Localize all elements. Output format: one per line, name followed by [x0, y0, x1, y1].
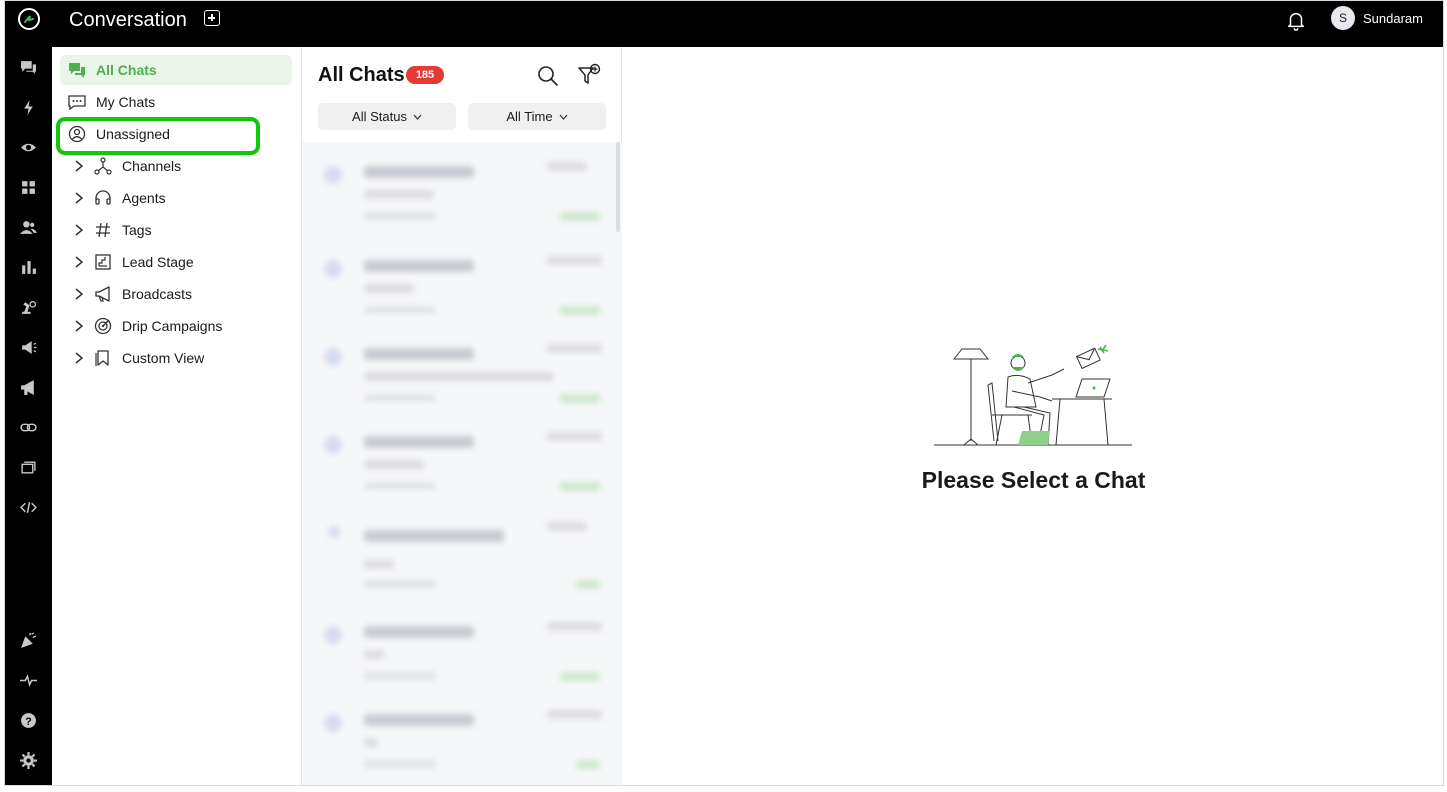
- code-icon[interactable]: [20, 499, 37, 516]
- user-name[interactable]: Sundaram: [1363, 11, 1423, 26]
- my-chats-icon: [68, 95, 86, 111]
- list-item[interactable]: [302, 330, 614, 412]
- chevron-right-icon[interactable]: [74, 160, 84, 172]
- list-item[interactable]: [302, 508, 614, 590]
- app-window: Conversation S Sundaram ? All Chats My C…: [4, 0, 1444, 786]
- empty-state-message: Please Select a Chat: [921, 467, 1146, 493]
- nav-item-label: Tags: [122, 222, 152, 238]
- list-item[interactable]: [302, 242, 614, 324]
- status-filter-dropdown[interactable]: All Status: [318, 103, 456, 130]
- nav-item-custom-view[interactable]: Custom View: [60, 343, 292, 373]
- nav-item-label: Drip Campaigns: [122, 318, 223, 334]
- campaign-icon[interactable]: [20, 339, 37, 356]
- bookmark-icon: [95, 350, 109, 366]
- list-scrollbar[interactable]: [616, 142, 620, 232]
- help-icon[interactable]: ?: [20, 712, 37, 729]
- chats-icon: [69, 63, 85, 78]
- svg-text:?: ?: [25, 716, 31, 728]
- top-bar: Conversation S Sundaram: [5, 1, 1443, 47]
- chevron-right-icon[interactable]: [74, 256, 84, 268]
- nav-item-broadcasts[interactable]: Broadcasts: [60, 279, 292, 309]
- nav-item-label: Broadcasts: [122, 286, 193, 302]
- chevron-down-icon: [413, 114, 422, 120]
- nav-item-channels[interactable]: Channels: [60, 151, 292, 181]
- eye-icon[interactable]: [20, 139, 37, 156]
- nav-item-label: Custom View: [122, 350, 205, 366]
- chat-icon[interactable]: [20, 59, 37, 76]
- bell-icon[interactable]: [1285, 9, 1307, 31]
- app-title: Conversation: [69, 9, 187, 31]
- dashboard-icon[interactable]: [20, 179, 37, 196]
- target-icon: [94, 317, 112, 335]
- nav-item-all-chats[interactable]: All Chats: [60, 55, 292, 85]
- activity-icon[interactable]: [20, 672, 37, 689]
- channels-icon: [94, 157, 112, 175]
- chat-navigation: All Chats My Chats Unassigned Channels A…: [52, 47, 302, 785]
- nav-item-label: Agents: [122, 190, 166, 206]
- app-logo-icon[interactable]: [17, 7, 41, 31]
- search-icon[interactable]: [537, 65, 559, 87]
- chevron-right-icon[interactable]: [74, 352, 84, 364]
- flash-icon[interactable]: [20, 99, 37, 116]
- nav-item-label: My Chats: [96, 94, 156, 110]
- icon-rail: ?: [5, 47, 52, 785]
- contacts-icon[interactable]: [20, 219, 37, 236]
- chevron-right-icon[interactable]: [74, 288, 84, 300]
- status-filter-label: All Status: [352, 109, 407, 124]
- time-filter-label: All Time: [506, 109, 553, 124]
- templates-icon[interactable]: [20, 459, 37, 476]
- list-item[interactable]: [302, 418, 614, 500]
- reports-icon[interactable]: [20, 259, 37, 276]
- whats-new-icon[interactable]: [20, 632, 37, 649]
- megaphone-icon: [95, 286, 110, 302]
- unassigned-highlight-box: [56, 117, 260, 155]
- conversation-pane: Please Select a Chat: [622, 47, 1443, 785]
- list-item[interactable]: [302, 608, 614, 690]
- list-title: All Chats: [318, 64, 405, 86]
- chevron-down-icon: [559, 114, 568, 120]
- nav-item-tags[interactable]: Tags: [60, 215, 292, 245]
- new-conversation-button[interactable]: [204, 10, 220, 26]
- chat-count-badge: 185: [406, 66, 444, 84]
- settings-icon[interactable]: [20, 752, 37, 769]
- chevron-right-icon[interactable]: [74, 192, 84, 204]
- hashtag-icon: [96, 222, 110, 238]
- select-chat-illustration: [934, 345, 1132, 446]
- broadcast-icon[interactable]: [20, 379, 37, 396]
- nav-item-label: All Chats: [96, 62, 157, 78]
- headset-icon: [95, 190, 111, 205]
- add-filter-icon[interactable]: [577, 63, 601, 87]
- list-item[interactable]: [302, 148, 614, 230]
- automation-icon[interactable]: [20, 299, 37, 316]
- nav-item-my-chats[interactable]: My Chats: [60, 87, 292, 117]
- chevron-right-icon[interactable]: [74, 320, 84, 332]
- chevron-right-icon[interactable]: [74, 224, 84, 236]
- avatar[interactable]: S: [1331, 6, 1355, 30]
- nav-item-label: Channels: [122, 158, 182, 174]
- nav-item-drip-campaigns[interactable]: Drip Campaigns: [60, 311, 292, 341]
- time-filter-dropdown[interactable]: All Time: [468, 103, 606, 130]
- nav-item-lead-stage[interactable]: Lead Stage: [60, 247, 292, 277]
- lead-stage-icon: [95, 254, 111, 270]
- nav-item-label: Lead Stage: [122, 254, 194, 270]
- list-item[interactable]: [302, 696, 614, 778]
- chat-list-rows: [302, 142, 622, 785]
- nav-item-agents[interactable]: Agents: [60, 183, 292, 213]
- link-icon[interactable]: [20, 419, 37, 436]
- chat-list-panel: All Chats 185 All Status All Time: [302, 47, 622, 785]
